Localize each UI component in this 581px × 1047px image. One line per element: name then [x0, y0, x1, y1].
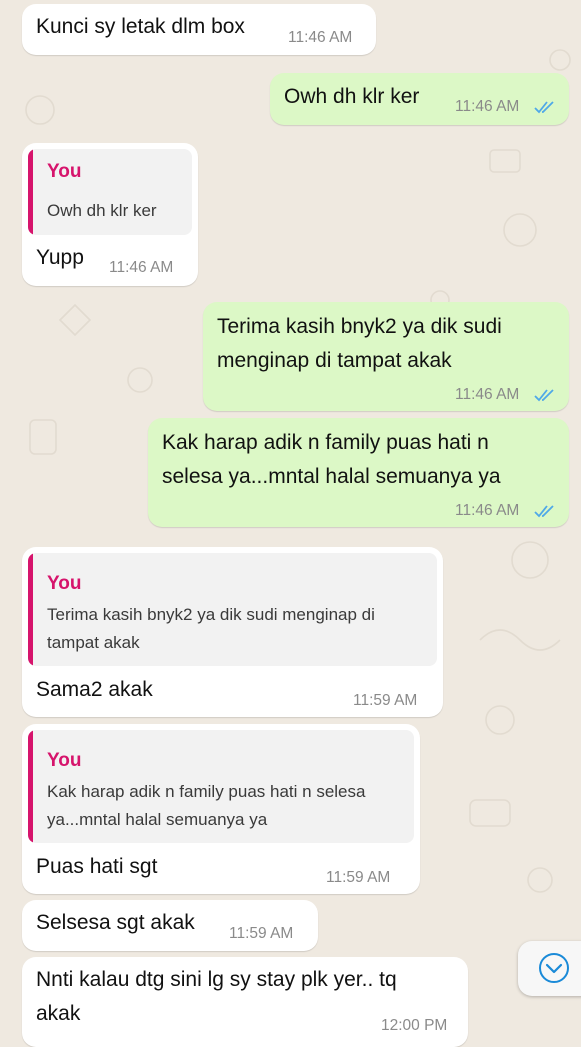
message-text: Puas hati sgt	[36, 855, 158, 878]
message-text-line-2: akak	[36, 1002, 81, 1025]
message-text-line-1: Nnti kalau dtg sini lg sy stay plk yer..…	[36, 968, 397, 991]
message-text-line-2: selesa ya...mntal halal semuanya ya	[162, 465, 501, 488]
quote-text-line-2: ya...mntal halal semuanya ya	[47, 810, 268, 829]
message-timestamp: 11:46 AM	[455, 502, 520, 519]
message-timestamp: 11:59 AM	[326, 869, 391, 886]
quote-author: You	[47, 573, 82, 594]
outgoing-message[interactable]: Kak harap adik n family puas hati n sele…	[148, 418, 569, 527]
incoming-message[interactable]: Kunci sy letak dlm box 11:46 AM	[22, 4, 376, 55]
message-text: Yupp	[36, 246, 84, 269]
message-timestamp: 11:46 AM	[455, 98, 520, 115]
double-check-icon	[534, 101, 554, 114]
quote-accent-bar	[28, 730, 33, 843]
message-timestamp: 11:59 AM	[353, 692, 418, 709]
message-timestamp: 11:46 AM	[109, 259, 174, 276]
scroll-to-bottom-button[interactable]	[518, 941, 581, 996]
incoming-reply-message[interactable]: You Owh dh klr ker Yupp 11:46 AM	[22, 143, 198, 286]
quoted-message[interactable]: You Terima kasih bnyk2 ya dik sudi mengi…	[28, 553, 437, 666]
message-text-line-1: Kak harap adik n family puas hati n	[162, 431, 489, 454]
outgoing-message[interactable]: Terima kasih bnyk2 ya dik sudi menginap …	[203, 302, 569, 411]
incoming-reply-message[interactable]: You Terima kasih bnyk2 ya dik sudi mengi…	[22, 547, 443, 717]
message-text: Owh dh klr ker	[284, 85, 420, 108]
double-check-icon	[534, 505, 554, 518]
incoming-message[interactable]: Selsesa sgt akak 11:59 AM	[22, 900, 318, 951]
incoming-message[interactable]: Nnti kalau dtg sini lg sy stay plk yer..…	[22, 957, 468, 1047]
message-timestamp: 11:59 AM	[229, 925, 294, 942]
quote-author: You	[47, 750, 82, 771]
message-timestamp: 11:46 AM	[455, 386, 520, 403]
quote-accent-bar	[28, 553, 33, 666]
quote-accent-bar	[28, 149, 33, 235]
quoted-message[interactable]: You Owh dh klr ker	[28, 149, 192, 235]
quote-text-line-1: Kak harap adik n family puas hati n sele…	[47, 782, 366, 801]
message-text-line-2: menginap di tampat akak	[217, 349, 452, 372]
message-text: Sama2 akak	[36, 678, 153, 701]
double-check-icon	[534, 389, 554, 402]
quote-text-line-2: tampat akak	[47, 633, 140, 652]
chevron-down-circle-icon	[539, 953, 569, 983]
quote-text-line-1: Terima kasih bnyk2 ya dik sudi menginap …	[47, 605, 375, 624]
message-text-line-1: Terima kasih bnyk2 ya dik sudi	[217, 315, 502, 338]
quoted-message[interactable]: You Kak harap adik n family puas hati n …	[28, 730, 414, 843]
message-text: Selsesa sgt akak	[36, 911, 195, 934]
quote-text: Owh dh klr ker	[47, 201, 157, 220]
message-timestamp: 12:00 PM	[381, 1017, 448, 1034]
incoming-reply-message[interactable]: You Kak harap adik n family puas hati n …	[22, 724, 420, 894]
outgoing-message[interactable]: Owh dh klr ker 11:46 AM	[270, 73, 569, 125]
message-timestamp: 11:46 AM	[288, 29, 353, 46]
quote-author: You	[47, 161, 82, 182]
message-text: Kunci sy letak dlm box	[36, 15, 245, 38]
